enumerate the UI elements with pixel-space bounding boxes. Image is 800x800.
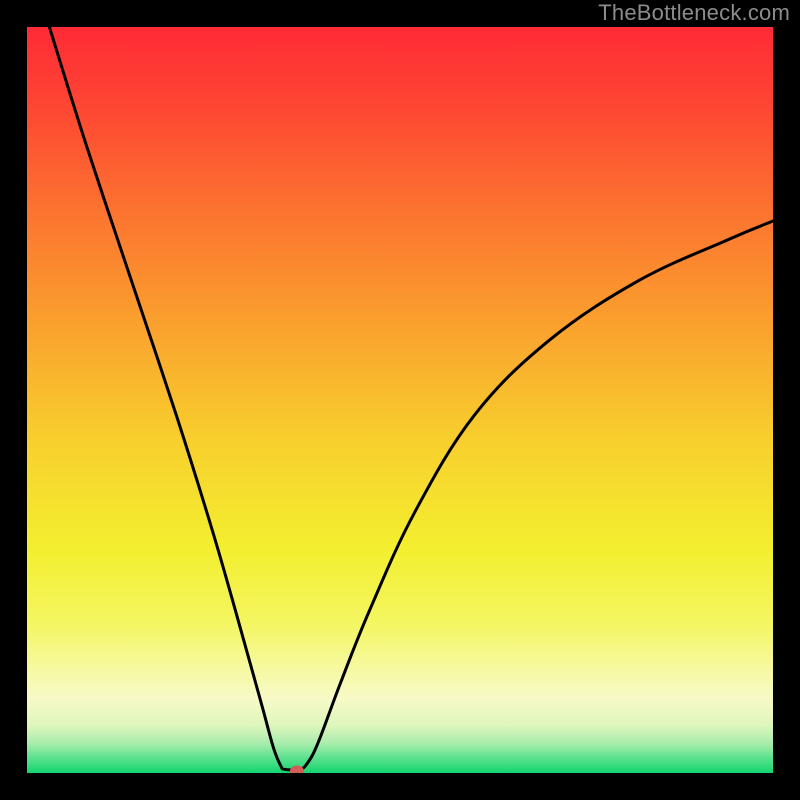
gradient-background xyxy=(27,27,773,773)
watermark-text: TheBottleneck.com xyxy=(598,0,790,26)
plot-svg xyxy=(27,27,773,773)
optimum-marker xyxy=(290,765,304,773)
chart-frame: TheBottleneck.com xyxy=(0,0,800,800)
plot-area xyxy=(27,27,773,773)
